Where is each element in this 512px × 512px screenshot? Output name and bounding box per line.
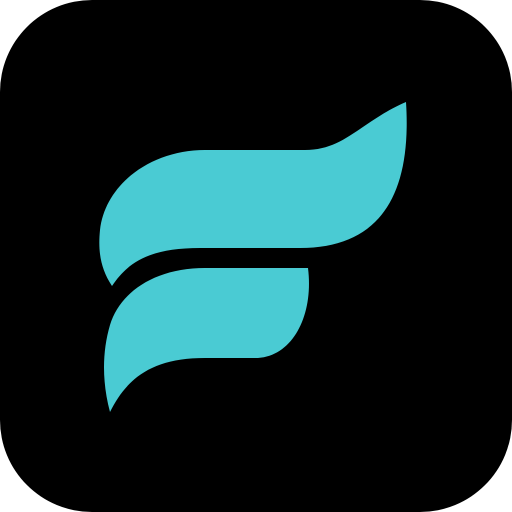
icon-background (0, 0, 512, 512)
app-icon[interactable] (0, 0, 512, 512)
app-icon-stage (0, 0, 512, 512)
